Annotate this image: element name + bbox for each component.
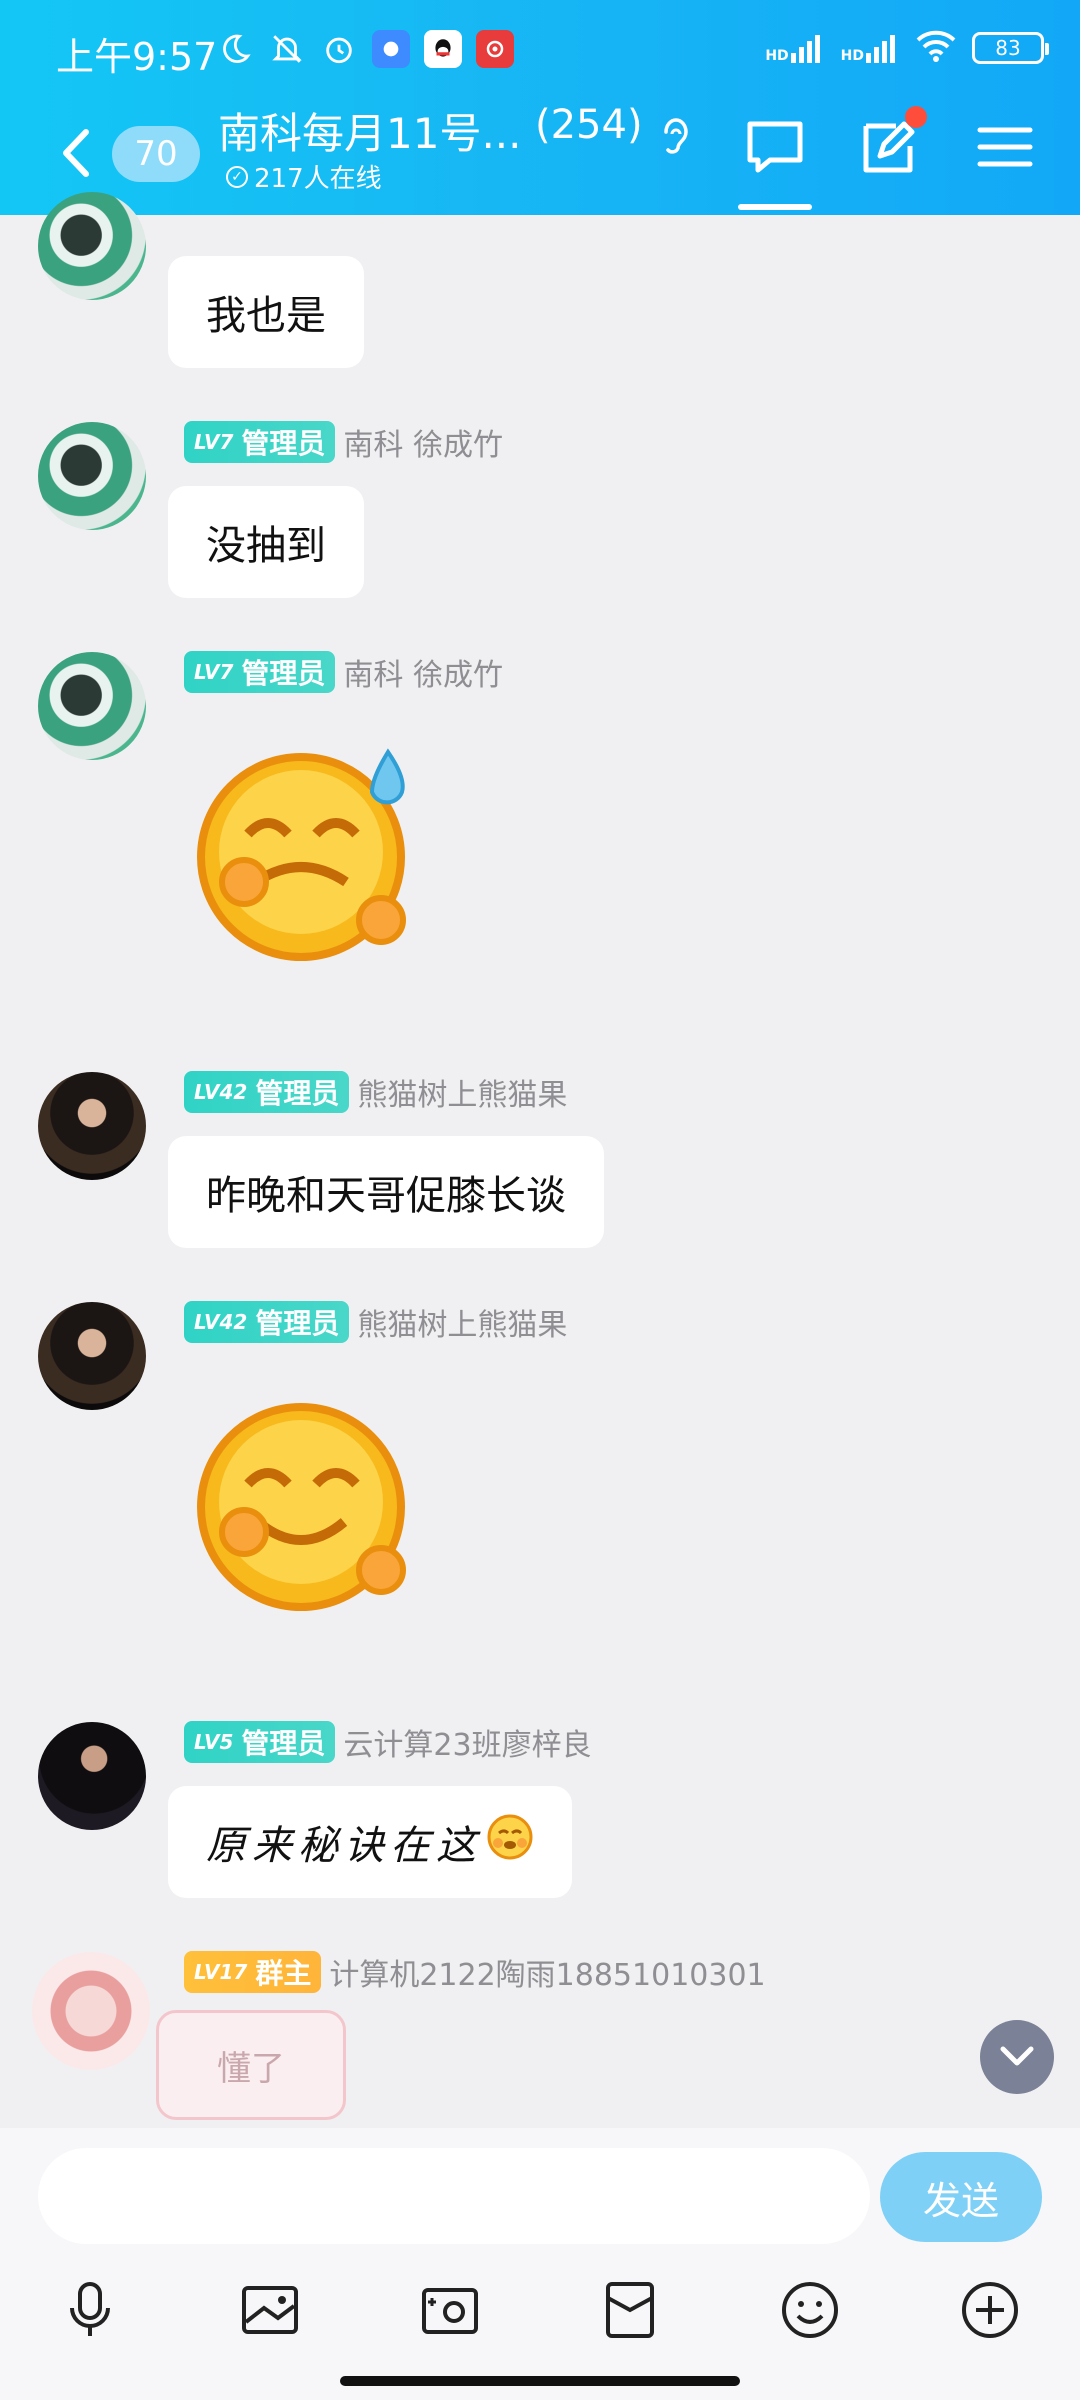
avatar[interactable] xyxy=(38,1722,146,1830)
menu-icon[interactable] xyxy=(974,116,1036,178)
message-input[interactable] xyxy=(38,2148,870,2244)
wifi-icon xyxy=(916,30,956,66)
group-title[interactable]: 南科每月11号... xyxy=(218,100,522,161)
chat-nav-bar: 70 南科每月11号... (254) ✓ 217人在线 xyxy=(0,100,1080,215)
send-button[interactable]: 发送 xyxy=(880,2152,1042,2242)
sender-name[interactable]: 南科 徐成竹 xyxy=(343,420,503,464)
signal-icon: HD xyxy=(765,33,824,63)
message-meta: LV42 管理员 熊猫树上熊猫果 xyxy=(184,1070,567,1114)
avatar[interactable] xyxy=(32,1952,150,2070)
online-text: 217人在线 xyxy=(254,164,382,194)
message-bubble[interactable]: 我也是 xyxy=(168,256,364,368)
status-right: HD HD 83 xyxy=(765,30,1049,66)
online-check-icon: ✓ xyxy=(226,165,248,188)
status-bar: 上午9:57 HD HD 83 xyxy=(0,20,1080,90)
avatar[interactable] xyxy=(38,1302,146,1410)
battery-indicator: 83 xyxy=(972,32,1049,64)
level-badge: LV42 管理员 xyxy=(184,1301,350,1343)
sweat-smile-emoji-sticker[interactable] xyxy=(196,742,416,962)
home-indicator[interactable] xyxy=(340,2376,740,2386)
chat-tab-icon[interactable] xyxy=(744,116,806,178)
emoji-icon[interactable] xyxy=(778,2278,842,2342)
member-count: (254) xyxy=(535,102,643,148)
level-badge: LV42 管理员 xyxy=(184,1071,350,1113)
level-badge: LV7 管理员 xyxy=(184,421,336,463)
alarm-icon xyxy=(320,30,358,68)
online-status: ✓ 217人在线 xyxy=(226,158,382,195)
status-icons xyxy=(216,30,514,68)
app-header: 上午9:57 HD HD 83 70 南科每月11号... (254) ✓ 21… xyxy=(0,0,1080,215)
level-badge: LV7 管理员 xyxy=(184,651,336,693)
active-tab-indicator xyxy=(738,204,812,210)
message-bubble[interactable]: 原来秘诀在这 xyxy=(168,1786,572,1898)
shy-emoji-icon xyxy=(486,1813,534,1871)
music-app-icon xyxy=(476,30,514,68)
back-button[interactable] xyxy=(52,118,102,188)
status-time: 上午9:57 xyxy=(56,35,218,79)
camera-icon[interactable] xyxy=(418,2278,482,2342)
sticker-text: 懂了 xyxy=(217,2048,285,2089)
cat-sticker[interactable]: 懂了 xyxy=(156,2010,346,2120)
message-bubble[interactable]: 没抽到 xyxy=(168,486,364,598)
avatar[interactable] xyxy=(38,652,146,760)
input-bar: 发送 xyxy=(0,2128,1080,2400)
input-toolbar xyxy=(0,2268,1080,2352)
image-icon[interactable] xyxy=(238,2278,302,2342)
message-meta: LV7 管理员 南科 徐成竹 xyxy=(184,420,503,464)
message-text: 原来秘诀在这 xyxy=(206,1823,482,1869)
red-packet-icon[interactable] xyxy=(598,2278,662,2342)
avatar[interactable] xyxy=(38,192,146,300)
qq-icon xyxy=(424,30,462,68)
moon-icon xyxy=(216,30,254,68)
message-meta: LV17 群主 计算机2122陶雨18851010301 xyxy=(184,1950,766,1994)
mute-bell-icon xyxy=(268,30,306,68)
message-bubble[interactable]: 昨晚和天哥促膝长谈 xyxy=(168,1136,604,1248)
plus-icon[interactable] xyxy=(958,2278,1022,2342)
avatar[interactable] xyxy=(38,422,146,530)
ear-icon[interactable] xyxy=(656,112,696,162)
avatar[interactable] xyxy=(38,1072,146,1180)
owner-badge: LV17 群主 xyxy=(184,1951,322,1993)
unread-badge[interactable]: 70 xyxy=(112,126,200,182)
level-badge: LV5 管理员 xyxy=(184,1721,336,1763)
message-meta: LV7 管理员 南科 徐成竹 xyxy=(184,650,503,694)
message-meta: LV42 管理员 熊猫树上熊猫果 xyxy=(184,1300,567,1344)
signal-icon-2: HD xyxy=(841,33,900,63)
sender-name[interactable]: 云计算23班廖梓良 xyxy=(343,1720,591,1764)
message-meta: LV5 管理员 云计算23班廖梓良 xyxy=(184,1720,592,1764)
sender-name[interactable]: 计算机2122陶雨18851010301 xyxy=(329,1950,765,1994)
scroll-down-button[interactable] xyxy=(980,2020,1054,2094)
sender-name[interactable]: 南科 徐成竹 xyxy=(343,650,503,694)
app-notification-icon xyxy=(372,30,410,68)
smile-emoji-sticker[interactable] xyxy=(196,1392,416,1612)
sender-name[interactable]: 熊猫树上熊猫果 xyxy=(357,1070,567,1114)
sender-name[interactable]: 熊猫树上熊猫果 xyxy=(357,1300,567,1344)
microphone-icon[interactable] xyxy=(58,2278,122,2342)
notification-dot xyxy=(905,106,927,128)
